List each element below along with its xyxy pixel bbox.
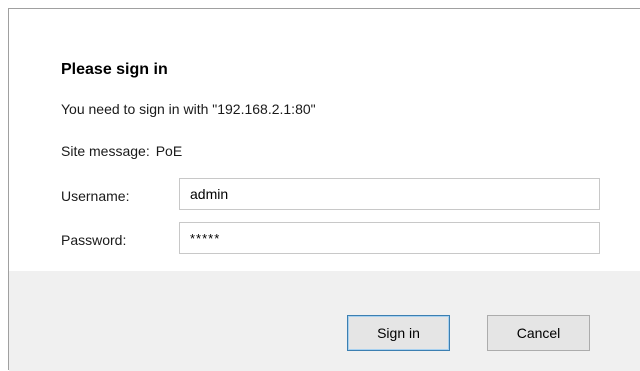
sign-in-request-message: You need to sign in with "192.168.2.1:80… [61, 101, 316, 117]
site-message-value: PoE [155, 143, 183, 159]
cancel-button[interactable]: Cancel [487, 315, 590, 351]
sign-in-button[interactable]: Sign in [347, 315, 450, 351]
password-field[interactable]: ***** [179, 222, 600, 254]
site-message-label: Site message: [61, 143, 150, 159]
dialog-footer: Sign in Cancel [9, 271, 640, 371]
sign-in-dialog: Please sign in You need to sign in with … [8, 8, 640, 371]
dialog-title: Please sign in [61, 61, 168, 78]
dialog-content: Please sign in You need to sign in with … [9, 9, 640, 271]
password-label: Password: [61, 232, 127, 248]
site-message: Site message: PoE [61, 143, 182, 159]
username-label: Username: [61, 188, 130, 204]
username-field[interactable]: admin [179, 178, 600, 210]
